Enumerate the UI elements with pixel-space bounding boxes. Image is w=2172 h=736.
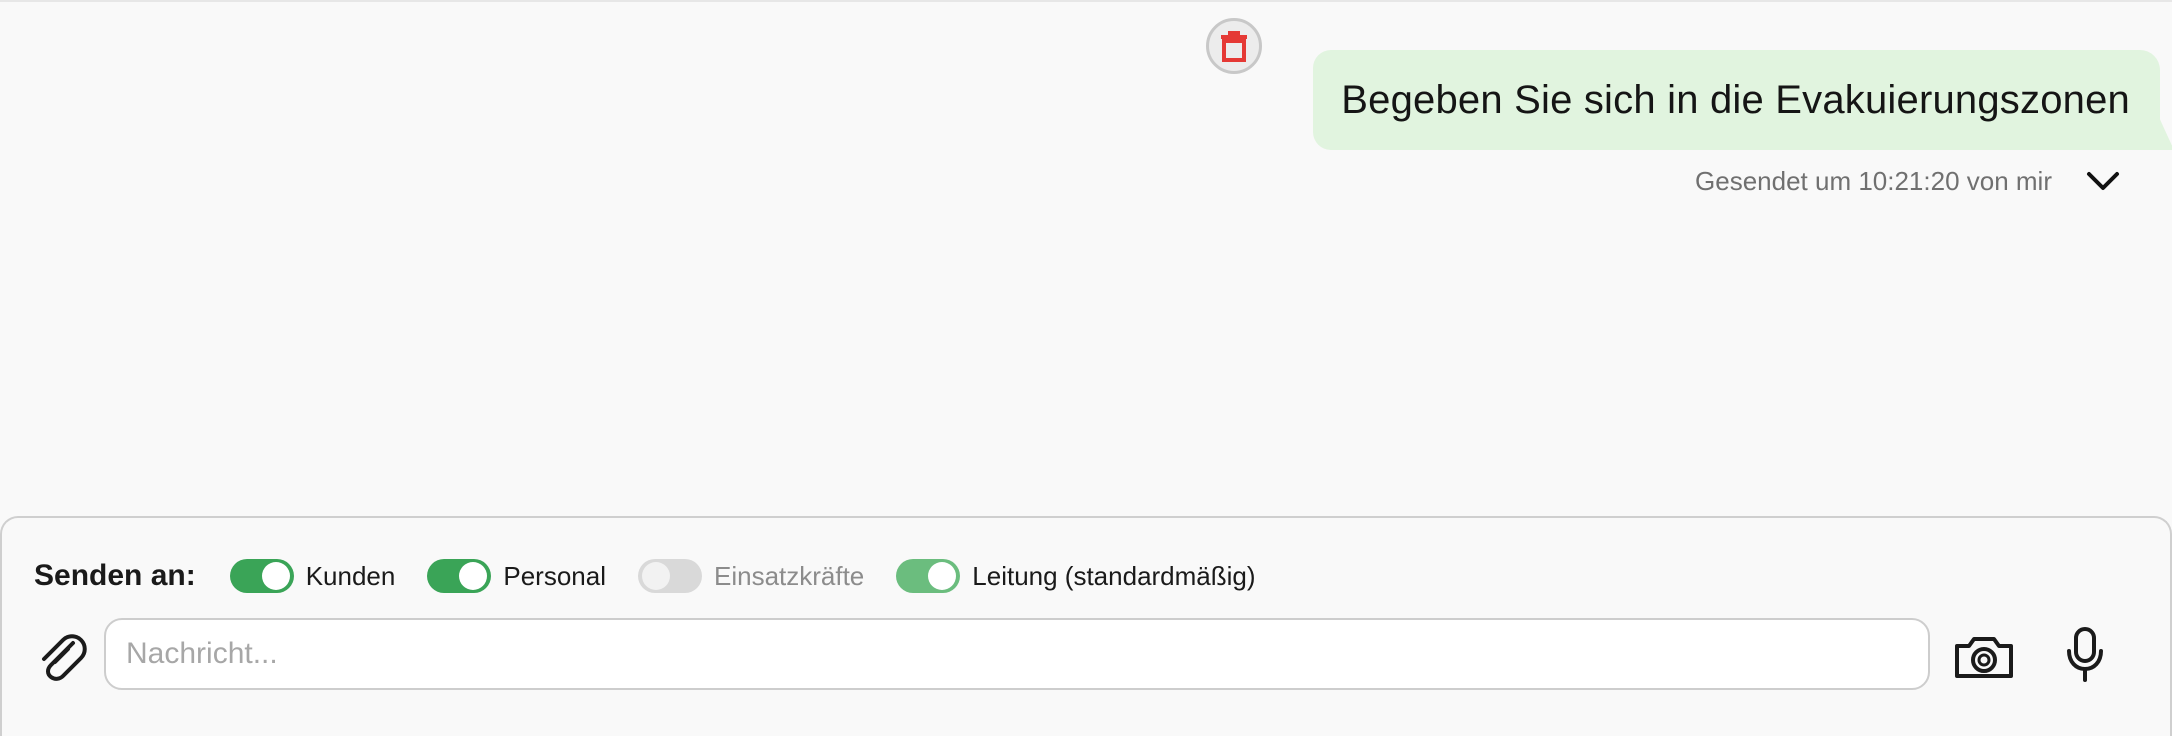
recipient-row: Senden an: Kunden Personal Einsatzkräfte…: [34, 554, 1288, 598]
recipient-label: Personal: [503, 560, 606, 591]
input-row: [32, 618, 2142, 694]
message-timestamp: Gesendet um 10:21:20 von mir: [1695, 165, 2052, 196]
toggle-switch[interactable]: [229, 559, 294, 593]
message-bubble: Begeben Sie sich in die Evakuierungszone…: [1313, 50, 2172, 150]
recipient-toggle-personal[interactable]: Personal: [427, 559, 606, 593]
message-input[interactable]: [104, 618, 1930, 690]
paperclip-icon: [42, 634, 87, 681]
recipient-label: Leitung (standardmäßig): [972, 560, 1256, 591]
recipient-toggle-einsatzkraefte[interactable]: Einsatzkräfte: [637, 559, 865, 593]
recipient-toggle-leitung[interactable]: Leitung (standardmäßig): [896, 559, 1256, 593]
microphone-icon: [2067, 627, 2103, 682]
attach-button[interactable]: [32, 626, 92, 686]
message-item: Begeben Sie sich in die Evakuierungszone…: [1172, 2, 2172, 222]
message-text: Begeben Sie sich in die Evakuierungszone…: [1341, 77, 2130, 122]
expand-message-button[interactable]: [2080, 158, 2126, 204]
send-to-label: Senden an:: [34, 559, 196, 592]
toggle-switch[interactable]: [427, 559, 492, 593]
toggle-switch[interactable]: [896, 559, 961, 593]
message-meta: Gesendet um 10:21:20 von mir: [1695, 158, 2172, 204]
chevron-down-icon: [2087, 172, 2119, 190]
trash-icon: [1221, 31, 1247, 62]
camera-icon: [1955, 637, 2013, 678]
message-composer: Senden an: Kunden Personal Einsatzkräfte…: [0, 516, 2172, 736]
chat-area: Begeben Sie sich in die Evakuierungszone…: [0, 2, 2172, 516]
recipient-label: Kunden: [305, 560, 396, 591]
microphone-button[interactable]: [2058, 624, 2112, 686]
camera-button[interactable]: [1952, 626, 2016, 686]
toggle-switch[interactable]: [637, 559, 702, 593]
recipient-label: Einsatzkräfte: [713, 560, 865, 591]
delete-message-button[interactable]: [1206, 18, 1262, 74]
recipient-toggle-kunden[interactable]: Kunden: [229, 559, 396, 593]
